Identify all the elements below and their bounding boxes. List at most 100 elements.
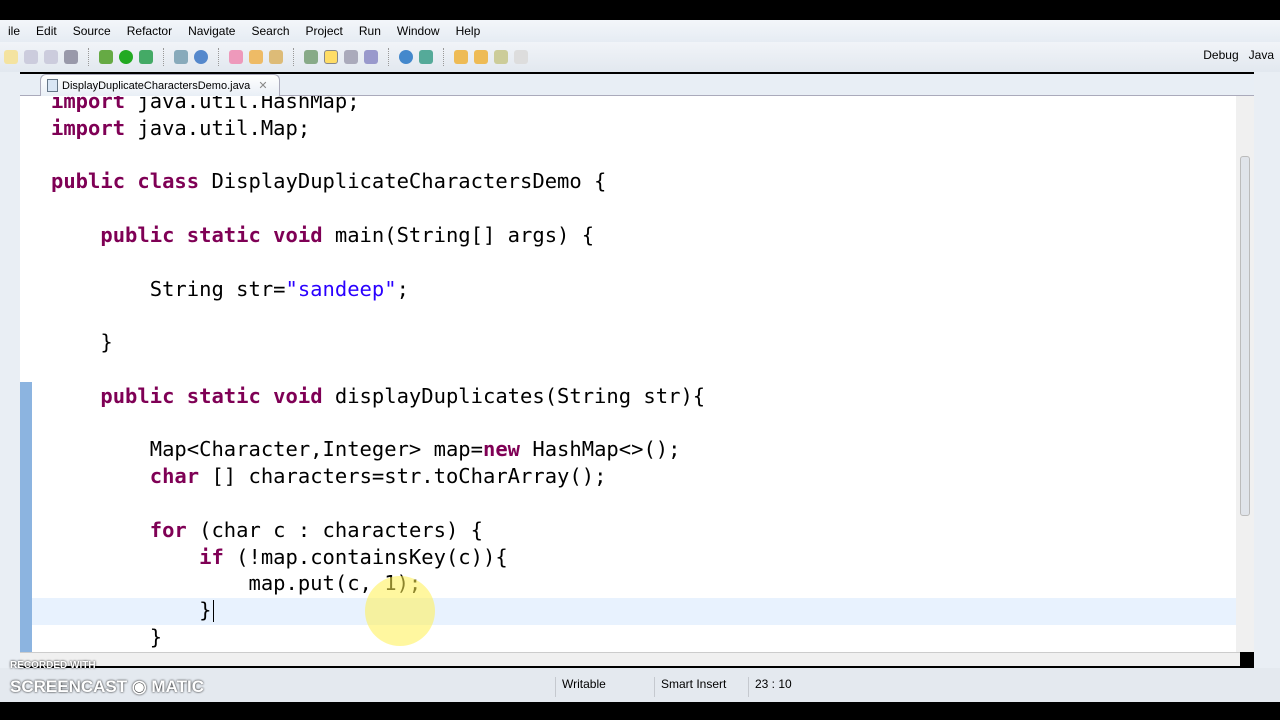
left-trim — [0, 72, 20, 672]
code-text: java.util.Map; — [137, 115, 311, 140]
range-indicator — [20, 382, 32, 652]
forward-icon[interactable] — [514, 50, 528, 64]
status-insert-mode: Smart Insert — [654, 677, 749, 697]
scroll-thumb[interactable] — [1240, 156, 1250, 516]
code-text: } — [51, 330, 113, 355]
menu-edit[interactable]: Edit — [28, 24, 65, 38]
toolbar — [0, 42, 1280, 72]
code-text: } — [51, 625, 163, 649]
menu-run[interactable]: Run — [351, 24, 389, 38]
perspective-debug[interactable]: Debug — [1203, 48, 1238, 62]
menu-refactor[interactable]: Refactor — [119, 24, 180, 38]
separator — [388, 48, 389, 66]
back-icon[interactable] — [494, 50, 508, 64]
search-icon[interactable] — [419, 50, 433, 64]
new-icon[interactable] — [4, 50, 18, 64]
code-text: } — [51, 598, 212, 623]
editor-tab[interactable]: DisplayDuplicateCharactersDemo.java ✕ — [40, 74, 280, 96]
code-text: ; — [396, 276, 409, 301]
menu-file[interactable]: ile — [0, 24, 28, 38]
print-icon[interactable] — [64, 50, 78, 64]
code-text: (char c : characters) { — [199, 517, 483, 542]
code-keyword: public class — [51, 169, 212, 194]
code-text: displayDuplicates(String str){ — [334, 383, 706, 408]
open-type-icon[interactable] — [229, 50, 243, 64]
prev-annotation-icon[interactable] — [474, 50, 488, 64]
mouse-cursor-highlight — [365, 576, 435, 646]
menu-bar: ile Edit Source Refactor Navigate Search… — [0, 20, 1280, 42]
run-icon[interactable] — [119, 50, 133, 64]
highlight-icon[interactable] — [324, 50, 338, 64]
save-all-icon[interactable] — [44, 50, 58, 64]
taskbar — [0, 702, 1280, 720]
open-folder-icon[interactable] — [249, 50, 263, 64]
code-keyword: new — [482, 437, 533, 462]
menu-project[interactable]: Project — [298, 24, 351, 38]
code-line[interactable]: char [] characters=str.toCharArray(); — [51, 463, 607, 490]
save-icon[interactable] — [24, 50, 38, 64]
code-line[interactable]: if (!map.containsKey(c)){ — [51, 544, 508, 571]
code-keyword: import — [51, 96, 138, 113]
block-selection-icon[interactable] — [344, 50, 358, 64]
code-keyword: char — [149, 464, 212, 489]
code-text: java.util.HashMap; — [137, 96, 360, 113]
code-text: map.put(c, 1); — [51, 571, 422, 596]
watermark-line1: RECORDED WITH — [10, 660, 96, 671]
code-line[interactable]: } — [51, 624, 162, 651]
code-keyword: public static void — [100, 223, 335, 247]
code-line[interactable]: } — [51, 329, 113, 356]
perspective-switcher: Debug Java — [1203, 48, 1274, 62]
code-string: "sandeep" — [285, 276, 397, 301]
separator — [163, 48, 164, 66]
code-keyword: for — [149, 517, 200, 542]
menu-navigate[interactable]: Navigate — [180, 24, 243, 38]
code-text: main(String[] args) { — [334, 223, 595, 247]
code-text: [] characters=str.toCharArray(); — [211, 464, 607, 489]
code-line[interactable]: String str="sandeep"; — [51, 276, 409, 303]
editor-tabbar: DisplayDuplicateCharactersDemo.java ✕ — [20, 74, 1270, 96]
separator — [218, 48, 219, 66]
toggle-mark-icon[interactable] — [304, 50, 318, 64]
code-line[interactable]: public static void main(String[] args) { — [51, 222, 594, 249]
watermark-logo: RECORDED WITH SCREENCAST ◉ MATIC — [10, 660, 204, 697]
vertical-scrollbar[interactable] — [1236, 96, 1254, 652]
code-line[interactable]: } — [51, 597, 211, 624]
annotation-ruler — [20, 96, 32, 652]
code-text: Map<Character,Integer> map= — [51, 437, 483, 462]
code-text: DisplayDuplicateCharactersDemo { — [211, 169, 607, 194]
code-line[interactable]: import java.util.Map; — [51, 115, 310, 142]
new-package-icon[interactable] — [194, 50, 208, 64]
code-line[interactable]: Map<Character,Integer> map=new HashMap<>… — [51, 436, 681, 463]
tab-title: DisplayDuplicateCharactersDemo.java — [62, 79, 251, 92]
code-editor[interactable]: import java.util.HashMap; import java.uti… — [20, 96, 1240, 652]
window-titlebar — [0, 0, 1280, 20]
status-writable: Writable — [555, 677, 655, 697]
watermark-line2: SCREENCAST ◉ MATIC — [10, 677, 204, 696]
separator — [88, 48, 89, 66]
code-keyword: if — [199, 544, 237, 569]
code-line[interactable]: for (char c : characters) { — [51, 517, 483, 544]
code-line[interactable]: map.put(c, 1); — [51, 570, 421, 597]
external-tools-icon[interactable] — [139, 50, 153, 64]
pencil-icon[interactable] — [269, 50, 283, 64]
menu-window[interactable]: Window — [389, 24, 448, 38]
code-text: String str= — [51, 276, 286, 301]
code-line[interactable]: import java.util.HashMap; — [51, 96, 360, 115]
code-line[interactable]: public static void displayDuplicates(Str… — [51, 383, 705, 410]
right-trim — [1254, 72, 1280, 672]
show-whitespace-icon[interactable] — [364, 50, 378, 64]
menu-search[interactable]: Search — [243, 24, 297, 38]
debug-icon[interactable] — [99, 50, 113, 64]
next-annotation-icon[interactable] — [454, 50, 468, 64]
new-class-icon[interactable] — [174, 50, 188, 64]
globe-icon[interactable] — [399, 50, 413, 64]
menu-help[interactable]: Help — [448, 24, 489, 38]
close-icon[interactable]: ✕ — [258, 79, 267, 92]
menu-source[interactable]: Source — [65, 24, 119, 38]
perspective-java[interactable]: Java — [1249, 48, 1274, 62]
code-line[interactable]: public class DisplayDuplicateCharactersD… — [51, 168, 606, 195]
